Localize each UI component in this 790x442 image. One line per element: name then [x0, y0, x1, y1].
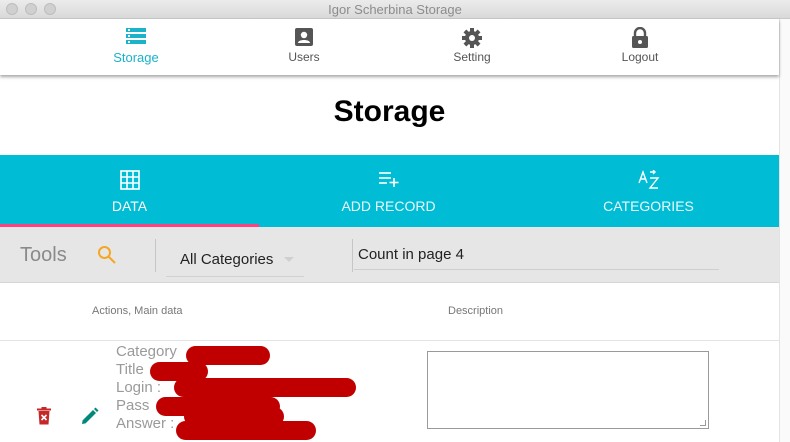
- edit-pencil-icon[interactable]: [81, 407, 99, 430]
- tab-data-label: DATA: [111, 198, 148, 214]
- window-titlebar: Igor Scherbina Storage: [0, 0, 790, 19]
- nav-setting[interactable]: Setting: [412, 19, 532, 75]
- storage-icon: [125, 27, 147, 50]
- category-select[interactable]: All Categories: [166, 241, 304, 277]
- resize-grip-icon[interactable]: [700, 420, 706, 426]
- redaction-mark: [174, 378, 356, 397]
- sort-az-icon: [637, 169, 660, 195]
- count-in-page-value: Count in page 4: [358, 246, 464, 263]
- field-login: Login :: [116, 379, 162, 396]
- nav-logout-label: Logout: [621, 50, 659, 64]
- count-in-page-field[interactable]: Count in page 4: [354, 239, 719, 270]
- delete-icon[interactable]: [36, 407, 52, 430]
- nav-storage[interactable]: Storage: [76, 19, 196, 75]
- search-icon[interactable]: [97, 245, 117, 270]
- column-header-main: Actions, Main data: [92, 305, 183, 317]
- table-header: Actions, Main data Description: [0, 283, 779, 341]
- tab-add-record-label: ADD RECORD: [341, 198, 436, 214]
- tab-categories-label: CATEGORIES: [603, 198, 694, 214]
- field-category: Category: [116, 343, 177, 360]
- tools-label: Tools: [20, 244, 67, 266]
- nav-users[interactable]: Users: [244, 19, 364, 75]
- table-row: Category Title Login : Pass Answer :: [0, 341, 779, 442]
- category-select-value: All Categories: [180, 251, 274, 268]
- tab-categories[interactable]: CATEGORIES: [519, 155, 778, 227]
- user-card-icon: [294, 27, 314, 52]
- field-answer: Answer :: [116, 415, 175, 432]
- tab-data[interactable]: DATA: [0, 155, 259, 227]
- divider: [352, 239, 353, 272]
- field-title: Title: [116, 361, 144, 378]
- tools-bar: Tools All Categories Count in page 4: [0, 227, 779, 283]
- window-title: Igor Scherbina Storage: [328, 2, 462, 17]
- tab-add-record[interactable]: ADD RECORD: [259, 155, 518, 227]
- field-pass: Pass: [116, 397, 150, 414]
- top-navigation: Storage Users Setting Logout: [0, 19, 779, 75]
- window-scrollbar[interactable]: [779, 19, 790, 442]
- page-title: Storage: [333, 95, 446, 128]
- nav-setting-label: Setting: [453, 50, 491, 64]
- tab-bar: DATA ADD RECORD CATEGORIES: [0, 155, 779, 227]
- chevron-down-icon: [284, 257, 294, 262]
- nav-logout[interactable]: Logout: [580, 19, 700, 75]
- redaction-mark: [176, 421, 316, 440]
- nav-storage-label: Storage: [113, 50, 159, 65]
- grid-icon: [119, 170, 140, 195]
- divider: [155, 239, 156, 272]
- description-textarea[interactable]: [427, 351, 709, 429]
- playlist-add-icon: [378, 170, 400, 193]
- nav-users-label: Users: [288, 50, 320, 64]
- column-header-description: Description: [448, 305, 504, 317]
